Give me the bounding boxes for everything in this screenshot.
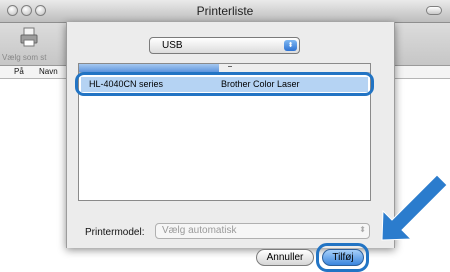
window-title: Printerliste — [196, 4, 254, 18]
title-bar: Printerliste — [0, 0, 450, 23]
connection-popup[interactable]: USB ⬍ — [149, 37, 300, 54]
add-button-highlight — [316, 243, 369, 272]
printer-list-window: Printerliste Vælg som st På Navn USB ⬍ H… — [0, 0, 450, 272]
popup-stepper-icon: ⬍ — [284, 40, 297, 51]
add-printer-sheet: USB ⬍ HL-4040CN series Brother Color Las… — [66, 22, 395, 272]
connection-value: USB — [162, 40, 183, 51]
add-printer-label[interactable]: Vælg som st — [2, 53, 46, 62]
printer-icon[interactable] — [20, 27, 38, 47]
toolbar-toggle-icon[interactable] — [426, 6, 442, 15]
popup-stepper-icon: ⬍ — [359, 225, 366, 234]
column-separator — [228, 66, 232, 67]
column-on[interactable]: På — [14, 67, 24, 76]
printer-model-popup[interactable]: Vælg automatisk ⬍ — [155, 223, 370, 239]
cancel-button[interactable]: Annuller — [256, 249, 314, 266]
printer-model-value: Vælg automatisk — [162, 225, 237, 236]
device-row-highlight — [75, 72, 374, 96]
printer-model-label: Printermodel: — [85, 227, 145, 238]
sorted-column-header[interactable] — [79, 64, 219, 72]
pointer-arrow-icon — [381, 174, 448, 241]
column-name[interactable]: Navn — [39, 67, 58, 76]
